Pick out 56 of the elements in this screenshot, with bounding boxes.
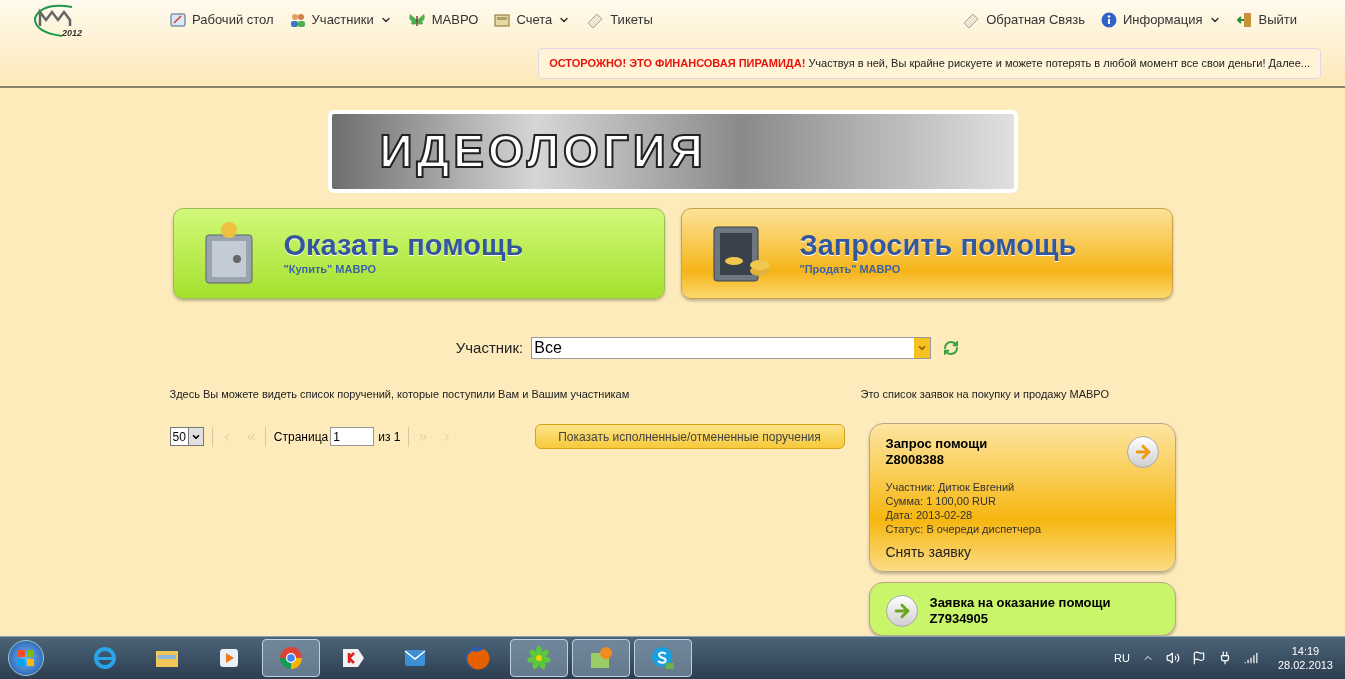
- orders-description: Здесь Вы можете видеть список поручений, которые поступили Вам и Вашим участникам: [169, 386, 631, 402]
- cancel-request-link[interactable]: Снять заявку: [885, 542, 1159, 563]
- ticket-icon: [962, 12, 981, 28]
- start-button[interactable]: [8, 640, 44, 676]
- nav-link[interactable]: Тикеты: [586, 10, 653, 30]
- show-completed-button[interactable]: Показать исполненные/отмененные поручения: [534, 424, 845, 449]
- warning-banner: ОСТОРОЖНО! ЭТО ФИНАНСОВАЯ ПИРАМИДА! Участвуя в ней, Вы крайне рискуете и можете потерять в любой момент все свои деньги! Далее...: [538, 48, 1321, 79]
- nav-link[interactable]: Рабочий стол: [170, 10, 274, 30]
- request-title: Запрос помощи: [885, 436, 989, 452]
- request-number: Z8008388: [885, 452, 946, 468]
- info-icon: [1100, 12, 1117, 28]
- fox-globe-icon: [464, 645, 490, 671]
- request-title: Заявка на оказание помощи: [929, 595, 1112, 611]
- arrow-right-icon[interactable]: [1126, 436, 1159, 468]
- ticket-icon: [586, 12, 605, 28]
- nav-link[interactable]: Счета: [494, 10, 571, 30]
- chat-icon: [650, 645, 676, 671]
- clock-date: 28.02.2013: [1277, 658, 1333, 672]
- nav-link[interactable]: МАВРО: [407, 10, 479, 30]
- requests-description: Это список заявок на покупку и продажу МАВРО: [860, 386, 1110, 402]
- calculator-icon: [494, 12, 511, 28]
- map-icon: [588, 645, 614, 671]
- page-label: Страница: [273, 428, 329, 446]
- clipboard-icon: [170, 12, 186, 28]
- butterfly-icon: [407, 12, 426, 28]
- request-detail: Сумма: 1 100,00 RUR: [885, 494, 997, 508]
- participant-label: Участник:: [455, 338, 524, 358]
- flower-icon: [526, 645, 552, 671]
- door-icon: [1236, 12, 1253, 28]
- flag-icon[interactable]: [1191, 651, 1206, 665]
- browser-icon: [278, 645, 304, 671]
- request-detail: Участник: Дитюк Евгений: [885, 480, 1016, 494]
- nav-link[interactable]: Информация: [1100, 10, 1221, 30]
- globe-icon: [92, 645, 118, 671]
- nav-link[interactable]: Обратная Связь: [962, 10, 1085, 30]
- page-input[interactable]: 1: [330, 427, 375, 446]
- ask-help-button[interactable]: Запросить помощь "Продать" МАВРО: [680, 208, 1173, 299]
- nav-link[interactable]: Выйти: [1236, 10, 1297, 30]
- ideology-banner: ИДЕОЛОГИЯ: [327, 110, 1018, 193]
- participant-select[interactable]: Все: [531, 337, 932, 360]
- logo[interactable]: 2012: [32, 4, 82, 40]
- nav-link[interactable]: Участники: [289, 10, 392, 30]
- signal-icon[interactable]: [1243, 651, 1258, 665]
- request-number: Z7934905: [929, 611, 990, 627]
- clock-time: 14:19: [1291, 644, 1320, 658]
- request-detail: Статус: В очереди диспетчера: [885, 522, 1042, 536]
- speaker-icon[interactable]: [1165, 651, 1180, 665]
- arrow-right-icon[interactable]: [885, 595, 918, 627]
- page-size-select[interactable]: 50: [169, 427, 204, 446]
- language-indicator[interactable]: RU: [1114, 649, 1130, 667]
- give-help-button[interactable]: Оказать помощь "Купить" МАВРО: [172, 208, 665, 299]
- request-detail: Дата: 2013-02-28: [885, 508, 974, 522]
- page-count: из 1: [378, 428, 401, 446]
- windows-logo-icon: [17, 649, 35, 667]
- refresh-icon[interactable]: [943, 340, 960, 357]
- people-icon: [289, 12, 306, 28]
